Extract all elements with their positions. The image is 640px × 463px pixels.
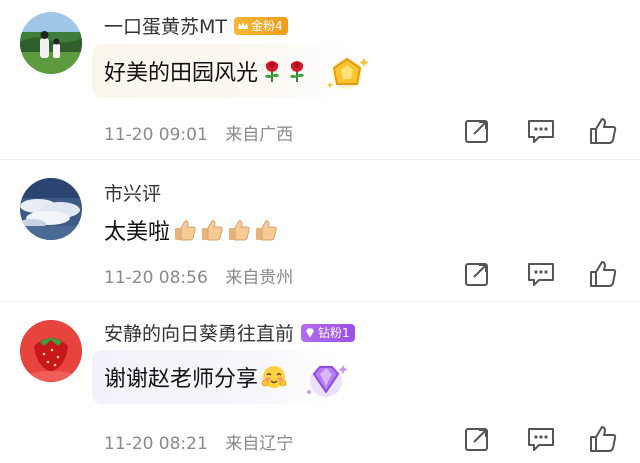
thumbs-up-emoji-icon (175, 220, 196, 241)
thumbs-up-emoji-icon (256, 220, 277, 241)
fan-badge-diamond: 钻粉1 (301, 323, 355, 342)
comment-actions (458, 116, 628, 146)
crown-icon (238, 21, 248, 29)
badge-label: 金粉4 (251, 18, 283, 33)
username[interactable]: 安静的向日葵勇往直前 钻粉1 (104, 319, 355, 346)
comment-meta: 11-20 08:21 来自辽宁 (104, 429, 293, 454)
purple-diamond-sticker-icon (306, 365, 348, 397)
comment-time: 11-20 09:01 (104, 125, 208, 145)
username[interactable]: 一口蛋黄苏MT 金粉4 (104, 12, 288, 39)
username-text[interactable]: 一口蛋黄苏MT (104, 12, 227, 39)
thumbs-up-emoji-icon (202, 220, 223, 241)
comment-content: 太美啦 (104, 214, 278, 246)
comment-item: 安静的向日葵勇往直前 钻粉1 谢谢赵老师分享 11-20 08:21 来自辽宁 (0, 302, 640, 463)
comment-content: 谢谢赵老师分享 (104, 361, 287, 393)
rose-emoji-icon (290, 61, 305, 82)
like-icon[interactable] (588, 116, 618, 146)
comment-time: 11-20 08:21 (104, 434, 208, 454)
username-text[interactable]: 安静的向日葵勇往直前 (104, 319, 294, 346)
comment-actions (458, 259, 628, 289)
comment-text: 太美啦 (104, 220, 171, 245)
comment-bubble: 谢谢赵老师分享 (92, 350, 348, 404)
blushing-face-emoji-icon (261, 366, 287, 388)
comment-bubble: 好美的田园风光 (92, 44, 369, 98)
avatar[interactable] (20, 178, 82, 240)
avatar[interactable] (20, 320, 82, 382)
comment-time: 11-20 08:56 (104, 268, 208, 288)
share-icon[interactable] (462, 116, 492, 146)
comment-location: 来自辽宁 (225, 434, 294, 454)
share-icon[interactable] (462, 259, 492, 289)
rose-emoji-icon (265, 61, 280, 82)
like-icon[interactable] (588, 259, 618, 289)
badge-label: 钻粉1 (318, 325, 350, 340)
comment-icon[interactable] (526, 116, 556, 146)
thumbs-up-emoji-icon (229, 220, 250, 241)
fan-badge-gold: 金粉4 (234, 16, 288, 35)
comment-meta: 11-20 08:56 来自贵州 (104, 263, 293, 288)
diamond-icon (306, 328, 315, 337)
comment-text: 好美的田园风光 (104, 61, 259, 86)
avatar[interactable] (20, 12, 82, 74)
username-text[interactable]: 市兴评 (104, 179, 161, 206)
share-icon[interactable] (462, 424, 492, 454)
comment-icon[interactable] (526, 259, 556, 289)
comment-meta: 11-20 09:01 来自广西 (104, 120, 293, 145)
gold-gem-sticker-icon (327, 57, 369, 89)
comment-icon[interactable] (526, 424, 556, 454)
comment-location: 来自贵州 (225, 268, 294, 288)
like-icon[interactable] (588, 424, 618, 454)
comment-text: 谢谢赵老师分享 (104, 367, 259, 392)
comment-location: 来自广西 (225, 125, 294, 145)
comment-actions (458, 424, 628, 454)
comment-content: 好美的田园风光 (104, 55, 308, 87)
comment-item: 市兴评 太美啦 11-20 08:56 来自贵州 (0, 160, 640, 300)
comment-item: 一口蛋黄苏MT 金粉4 好美的田园风光 11-20 09:01 来自广西 (0, 0, 640, 160)
username[interactable]: 市兴评 (104, 179, 161, 206)
